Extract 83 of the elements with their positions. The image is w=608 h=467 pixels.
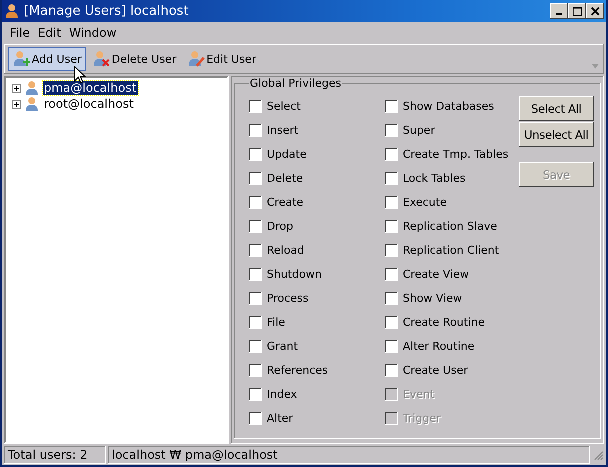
checkbox[interactable] [385,340,398,352]
toolbar-button[interactable]: Delete User [88,47,181,71]
edit-user-icon [186,50,205,68]
checkbox[interactable] [249,292,262,304]
checkbox[interactable] [385,364,398,376]
checkbox-label: Insert [267,124,299,136]
status-panel: localhost ₩ pma@localhost [108,446,590,464]
checkbox-label: Index [267,388,298,400]
user-icon [4,3,20,19]
user-icon [24,80,40,96]
checkbox-label: Reload [267,244,304,256]
checkbox[interactable] [249,316,262,328]
checkbox-label: Update [267,148,307,160]
maximize-button[interactable] [568,3,586,19]
action-button[interactable]: Select All [519,96,594,121]
checkbox-label: Show Databases [403,100,494,112]
maximize-icon [572,6,582,16]
checkbox-label: Alter Routine [403,340,475,352]
checkbox[interactable] [385,268,398,280]
checkbox-label: Shutdown [267,268,322,280]
checkbox[interactable] [249,244,262,256]
checkbox-label: Trigger [403,412,441,424]
checkbox[interactable] [385,100,398,112]
menu-item[interactable]: Edit [38,26,62,40]
checkbox[interactable] [249,196,262,208]
checkbox[interactable] [385,292,398,304]
checkbox-label: File [267,316,286,328]
checkbox[interactable] [385,220,398,232]
checkbox-label: Process [267,292,309,304]
checkbox[interactable] [385,172,398,184]
checkbox[interactable] [249,364,262,376]
user-icon [24,96,40,112]
checkbox-label: Create Routine [403,316,486,328]
menu-item[interactable]: Window [69,26,117,40]
expand-toggle[interactable] [12,100,21,108]
checkbox-label: Delete [267,172,304,184]
checkbox-label: Replication Slave [403,220,498,232]
checkbox[interactable] [249,412,262,424]
checkbox-label: Lock Tables [403,172,466,184]
checkbox-label: Grant [267,340,298,352]
tree-item[interactable]: pma@localhost [43,81,138,95]
checkbox-label: Drop [267,220,294,232]
checkbox[interactable] [385,148,398,160]
checkbox[interactable] [385,316,398,328]
checkbox-label: Event [403,388,435,400]
minimize-icon [556,13,562,15]
checkbox[interactable] [249,268,262,280]
checkbox[interactable] [249,148,262,160]
tree-item[interactable]: root@localhost [43,97,135,111]
status-panel: Total users: 2 [4,446,106,464]
checkbox[interactable] [249,388,262,400]
delete-user-icon [92,50,110,68]
checkbox[interactable] [249,172,262,184]
toolbar-button[interactable]: Edit User [182,47,260,71]
checkbox-label: Alter [267,412,294,424]
checkbox[interactable] [249,340,262,352]
checkbox-label: Super [403,124,436,136]
action-button[interactable]: Unselect All [519,122,594,147]
checkbox[interactable] [385,244,398,256]
minimize-button[interactable] [550,3,568,19]
checkbox[interactable] [385,196,398,208]
checkbox-label: Create Tmp. Tables [403,148,509,160]
checkbox-label: Create User [403,364,468,376]
checkbox[interactable] [249,124,262,136]
menu-item[interactable]: File [10,26,30,40]
checkbox-label: Execute [403,196,447,208]
group-title: Global Privileges [249,77,342,90]
checkbox-label: Replication Client [403,244,500,256]
add-user-icon [12,50,30,68]
checkbox-label: Create View [403,268,470,280]
checkbox[interactable] [385,124,398,136]
close-icon [590,6,600,16]
close-button[interactable] [586,3,604,19]
checkbox-label: Show View [403,292,462,304]
checkbox[interactable] [249,220,262,232]
checkbox-label: Select [267,100,301,112]
window-title: [Manage Users] localhost [24,4,190,18]
resize-grip-icon[interactable] [592,448,604,460]
expand-toggle[interactable] [12,84,21,92]
toolbar-button[interactable]: Add User [8,47,86,71]
checkbox-label: Create [267,196,304,208]
checkbox-label: References [267,364,328,376]
checkbox[interactable] [249,100,262,112]
